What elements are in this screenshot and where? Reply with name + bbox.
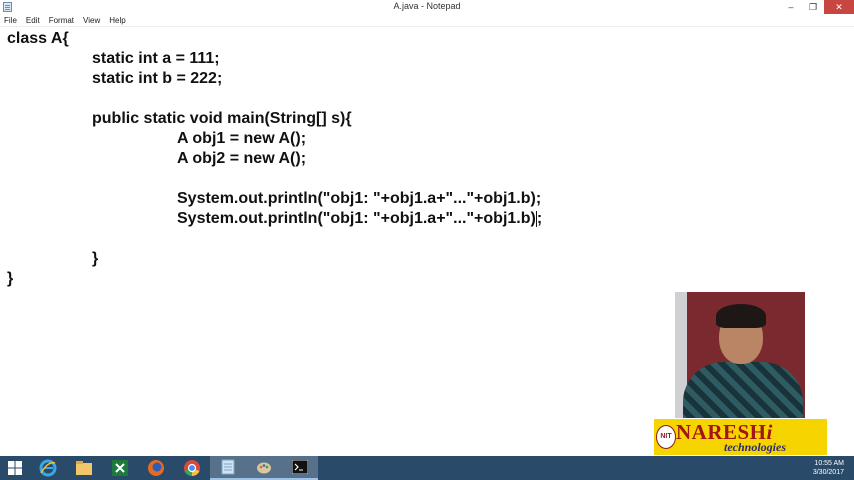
menu-view[interactable]: View (79, 16, 105, 25)
ie-icon[interactable] (30, 456, 66, 480)
naresh-technologies-logo: NIT NARESHi technologies (654, 419, 827, 455)
code-line: static int a = 111; (92, 50, 220, 67)
excel-icon[interactable] (102, 456, 138, 480)
title-bar: A.java - Notepad ‒ ❐ ✕ (0, 0, 854, 15)
presenter-hair (716, 304, 766, 328)
code-line: A obj2 = new A(); (177, 150, 307, 167)
clock-time: 10:55 AM (814, 460, 844, 467)
system-clock[interactable]: 10:55 AM 3/30/2017 (813, 459, 844, 477)
code-line: } (7, 270, 14, 287)
webcam-video-overlay (675, 292, 805, 418)
file-explorer-icon[interactable] (66, 456, 102, 480)
notepad-icon[interactable] (210, 456, 246, 480)
presenter-body (683, 362, 803, 418)
menu-file[interactable]: File (0, 16, 22, 25)
code-line-with-caret: System.out.println("obj1: "+obj1.a+"..."… (177, 209, 542, 229)
paint-icon[interactable] (246, 456, 282, 480)
code-line: } (92, 250, 99, 267)
code-line: class A{ (7, 30, 69, 47)
menu-format[interactable]: Format (45, 16, 79, 25)
taskbar: 10:55 AM 3/30/2017 (0, 456, 854, 480)
window-controls: ‒ ❐ ✕ (780, 0, 854, 14)
cmd-icon[interactable] (282, 456, 318, 480)
windows-start-icon[interactable] (0, 456, 30, 480)
code-line: System.out.println("obj1: "+obj1.a+"..."… (177, 190, 542, 207)
close-button[interactable]: ✕ (824, 0, 854, 14)
logo-tagline: technologies (724, 440, 786, 454)
nit-logo-mark: NIT (656, 425, 676, 449)
code-text: System.out.println("obj1: "+obj1.a+"..."… (177, 210, 536, 227)
chrome-icon[interactable] (174, 456, 210, 480)
clock-date: 3/30/2017 (812, 469, 844, 476)
menu-help[interactable]: Help (105, 16, 130, 25)
firefox-icon[interactable] (138, 456, 174, 480)
menu-edit[interactable]: Edit (22, 16, 45, 25)
code-line: static int b = 222; (92, 70, 223, 87)
maximize-button[interactable]: ❐ (802, 0, 824, 14)
code-line: public static void main(String[] s){ (92, 110, 352, 127)
minimize-button[interactable]: ‒ (780, 0, 802, 14)
window-title: A.java - Notepad (393, 1, 461, 11)
menu-bar: File Edit Format View Help (0, 14, 854, 27)
code-line: A obj1 = new A(); (177, 130, 307, 147)
code-text: ; (536, 210, 543, 227)
